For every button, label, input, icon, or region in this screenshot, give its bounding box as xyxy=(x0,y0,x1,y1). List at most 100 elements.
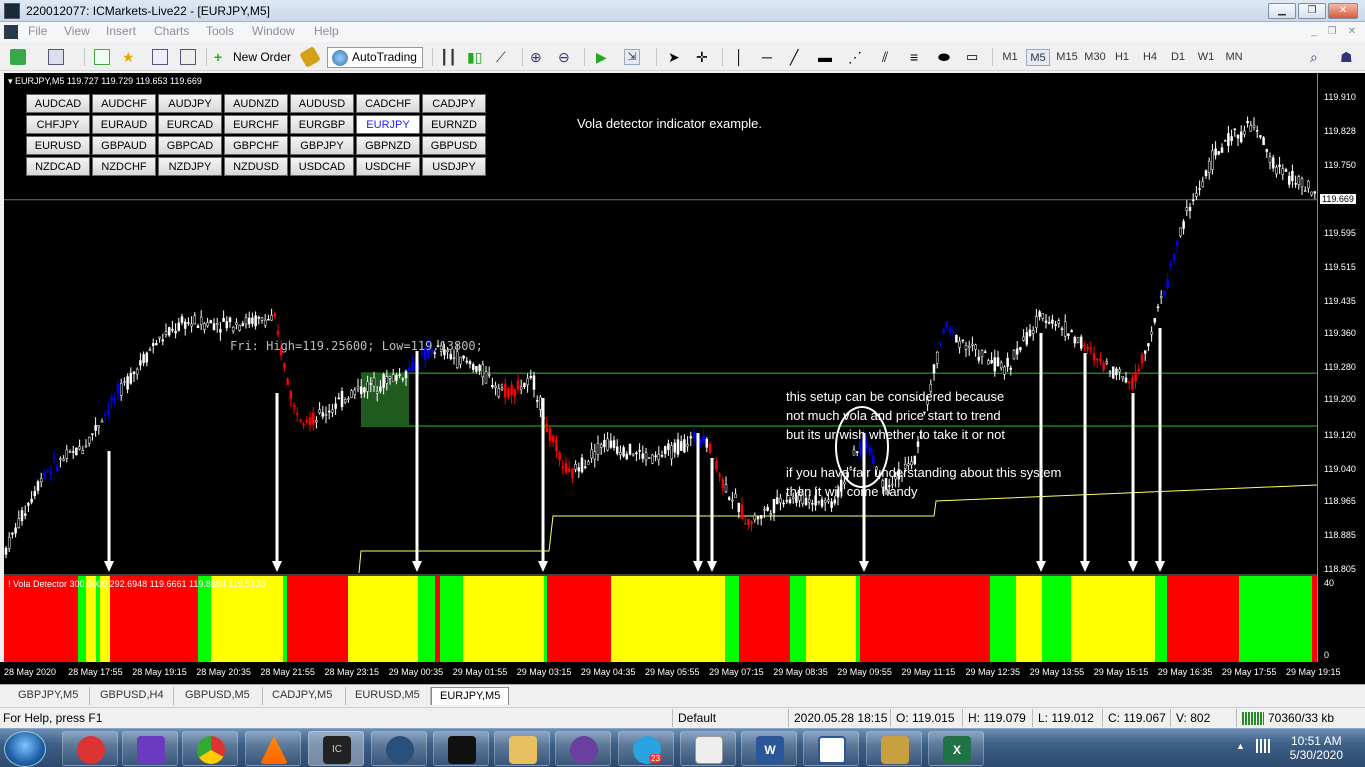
timeframe-m30[interactable]: M30 xyxy=(1082,49,1108,66)
channel-icon[interactable]: ⫽ xyxy=(882,49,898,65)
cursor-icon[interactable]: ➤ xyxy=(668,49,684,65)
pair-button-audusd[interactable]: AUDUSD xyxy=(290,94,354,113)
metaeditor-icon[interactable] xyxy=(299,46,321,68)
profiles-icon[interactable] xyxy=(48,49,64,65)
start-button[interactable] xyxy=(4,731,46,767)
taskbar-app-4[interactable] xyxy=(245,731,301,766)
line-chart-icon[interactable]: ⟋ xyxy=(496,49,512,65)
text-icon[interactable]: ≡ xyxy=(910,49,926,65)
pair-button-audchf[interactable]: AUDCHF xyxy=(92,94,156,113)
menu-insert[interactable]: Insert xyxy=(106,24,136,38)
zoom-in-icon[interactable]: ⊕ xyxy=(530,49,546,65)
timeframe-mn[interactable]: MN xyxy=(1222,49,1246,66)
taskbar-app-13[interactable] xyxy=(803,731,859,766)
trendline-icon[interactable]: ╱ xyxy=(790,49,806,65)
timeframe-m5[interactable]: M5 xyxy=(1026,49,1050,66)
tab-gbpusd-h4[interactable]: GBPUSD,H4 xyxy=(92,687,174,705)
timeframe-w1[interactable]: W1 xyxy=(1194,49,1218,66)
taskbar-app-12[interactable]: W xyxy=(741,731,797,766)
pair-button-nzdjpy[interactable]: NZDJPY xyxy=(158,157,222,176)
pair-button-usdjpy[interactable]: USDJPY xyxy=(422,157,486,176)
pair-button-eurcad[interactable]: EURCAD xyxy=(158,115,222,134)
pair-button-eurusd[interactable]: EURUSD xyxy=(26,136,90,155)
menu-view[interactable]: View xyxy=(64,24,90,38)
system-clock[interactable]: 10:51 AM 5/30/2020 xyxy=(1290,734,1343,762)
price-axis[interactable]: 40 0 119.910 119.828 119.750 119.669 119.595… xyxy=(1317,73,1365,662)
pair-button-gbpaud[interactable]: GBPAUD xyxy=(92,136,156,155)
market-watch-icon[interactable] xyxy=(94,49,110,65)
pair-button-chfjpy[interactable]: CHFJPY xyxy=(26,115,90,134)
timeframe-h1[interactable]: H1 xyxy=(1110,49,1134,66)
pair-button-gbpchf[interactable]: GBPCHF xyxy=(224,136,288,155)
taskbar-app-10[interactable]: 23 xyxy=(618,731,674,766)
horizontal-line-icon[interactable]: ─ xyxy=(762,49,778,65)
mdi-close-button[interactable]: ✕ xyxy=(1344,25,1360,39)
taskbar-app-6[interactable] xyxy=(371,731,427,766)
auto-scroll-icon[interactable]: ▶ xyxy=(596,49,612,65)
taskbar-app-15[interactable]: X xyxy=(928,731,984,766)
tab-cadjpy-m5[interactable]: CADJPY,M5 xyxy=(264,687,346,705)
pair-button-eurchf[interactable]: EURCHF xyxy=(224,115,288,134)
menu-window[interactable]: Window xyxy=(252,24,295,38)
pair-button-eurjpy[interactable]: EURJPY xyxy=(356,115,420,134)
taskbar-app-5[interactable]: IC xyxy=(308,731,364,766)
taskbar-app-9[interactable] xyxy=(555,731,611,766)
tab-gbpjpy-m5[interactable]: GBPJPY,M5 xyxy=(10,687,90,705)
pair-button-nzdchf[interactable]: NZDCHF xyxy=(92,157,156,176)
zoom-out-icon[interactable]: ⊖ xyxy=(558,49,574,65)
rectangle-icon[interactable]: ▬ xyxy=(818,49,834,65)
menu-file[interactable]: File xyxy=(28,24,47,38)
pair-button-cadchf[interactable]: CADCHF xyxy=(356,94,420,113)
mdi-restore-button[interactable]: ❐ xyxy=(1324,25,1340,39)
taskbar-app-14[interactable] xyxy=(866,731,922,766)
tab-gbpusd-m5[interactable]: GBPUSD,M5 xyxy=(177,687,263,705)
pair-button-euraud[interactable]: EURAUD xyxy=(92,115,156,134)
menu-help[interactable]: Help xyxy=(314,24,339,38)
timeframe-m15[interactable]: M15 xyxy=(1054,49,1080,66)
timeframe-m1[interactable]: M1 xyxy=(998,49,1022,66)
pair-button-gbpnzd[interactable]: GBPNZD xyxy=(356,136,420,155)
new-order-icon[interactable]: + xyxy=(214,49,230,65)
chart-area[interactable]: ▾ EURJPY,M5 119.727 119.729 119.653 119.… xyxy=(4,73,1317,662)
pair-button-usdchf[interactable]: USDCHF xyxy=(356,157,420,176)
taskbar-app-1[interactable] xyxy=(62,731,118,766)
pair-button-audjpy[interactable]: AUDJPY xyxy=(158,94,222,113)
community-icon[interactable]: ☗ xyxy=(1340,49,1356,65)
mdi-minimize-button[interactable]: _ xyxy=(1306,25,1322,39)
minimize-button[interactable]: ▁ xyxy=(1268,3,1296,19)
pair-button-gbpjpy[interactable]: GBPJPY xyxy=(290,136,354,155)
taskbar-app-2[interactable] xyxy=(122,731,178,766)
taskbar-app-11[interactable] xyxy=(680,731,736,766)
arrows-icon[interactable]: ▭ xyxy=(966,49,982,65)
pair-button-gbpcad[interactable]: GBPCAD xyxy=(158,136,222,155)
data-window-icon[interactable]: ★ xyxy=(122,49,138,65)
crosshair-icon[interactable]: ✛ xyxy=(696,49,712,65)
menu-tools[interactable]: Tools xyxy=(206,24,234,38)
tab-eurjpy-m5[interactable]: EURJPY,M5 xyxy=(431,687,509,705)
tray-arrow-icon[interactable]: ▲ xyxy=(1236,741,1245,751)
pair-button-nzdcad[interactable]: NZDCAD xyxy=(26,157,90,176)
tab-eurusd-m5[interactable]: EURUSD,M5 xyxy=(347,687,431,705)
pair-button-eurnzd[interactable]: EURNZD xyxy=(422,115,486,134)
taskbar-app-7[interactable] xyxy=(433,731,489,766)
pair-button-eurgbp[interactable]: EURGBP xyxy=(290,115,354,134)
candlestick-icon[interactable]: ▮▯ xyxy=(467,49,483,65)
timeframe-d1[interactable]: D1 xyxy=(1166,49,1190,66)
navigator-icon[interactable] xyxy=(152,49,168,65)
chart-shift-icon[interactable]: ⇲ xyxy=(624,49,640,65)
new-chart-icon[interactable] xyxy=(10,49,26,65)
fibo-icon[interactable]: ⋰ xyxy=(848,49,864,65)
pair-button-audnzd[interactable]: AUDNZD xyxy=(224,94,288,113)
new-order-button[interactable]: New Order xyxy=(233,47,291,67)
pair-button-audcad[interactable]: AUDCAD xyxy=(26,94,90,113)
close-button[interactable]: ✕ xyxy=(1328,3,1358,19)
vertical-line-icon[interactable]: │ xyxy=(735,49,751,65)
timeframe-h4[interactable]: H4 xyxy=(1138,49,1162,66)
terminal-icon[interactable] xyxy=(180,49,196,65)
pair-button-usdcad[interactable]: USDCAD xyxy=(290,157,354,176)
network-icon[interactable] xyxy=(1256,739,1272,753)
pair-button-gbpusd[interactable]: GBPUSD xyxy=(422,136,486,155)
search-icon[interactable]: ⌕ xyxy=(1310,49,1326,65)
pair-button-nzdusd[interactable]: NZDUSD xyxy=(224,157,288,176)
menu-charts[interactable]: Charts xyxy=(154,24,189,38)
